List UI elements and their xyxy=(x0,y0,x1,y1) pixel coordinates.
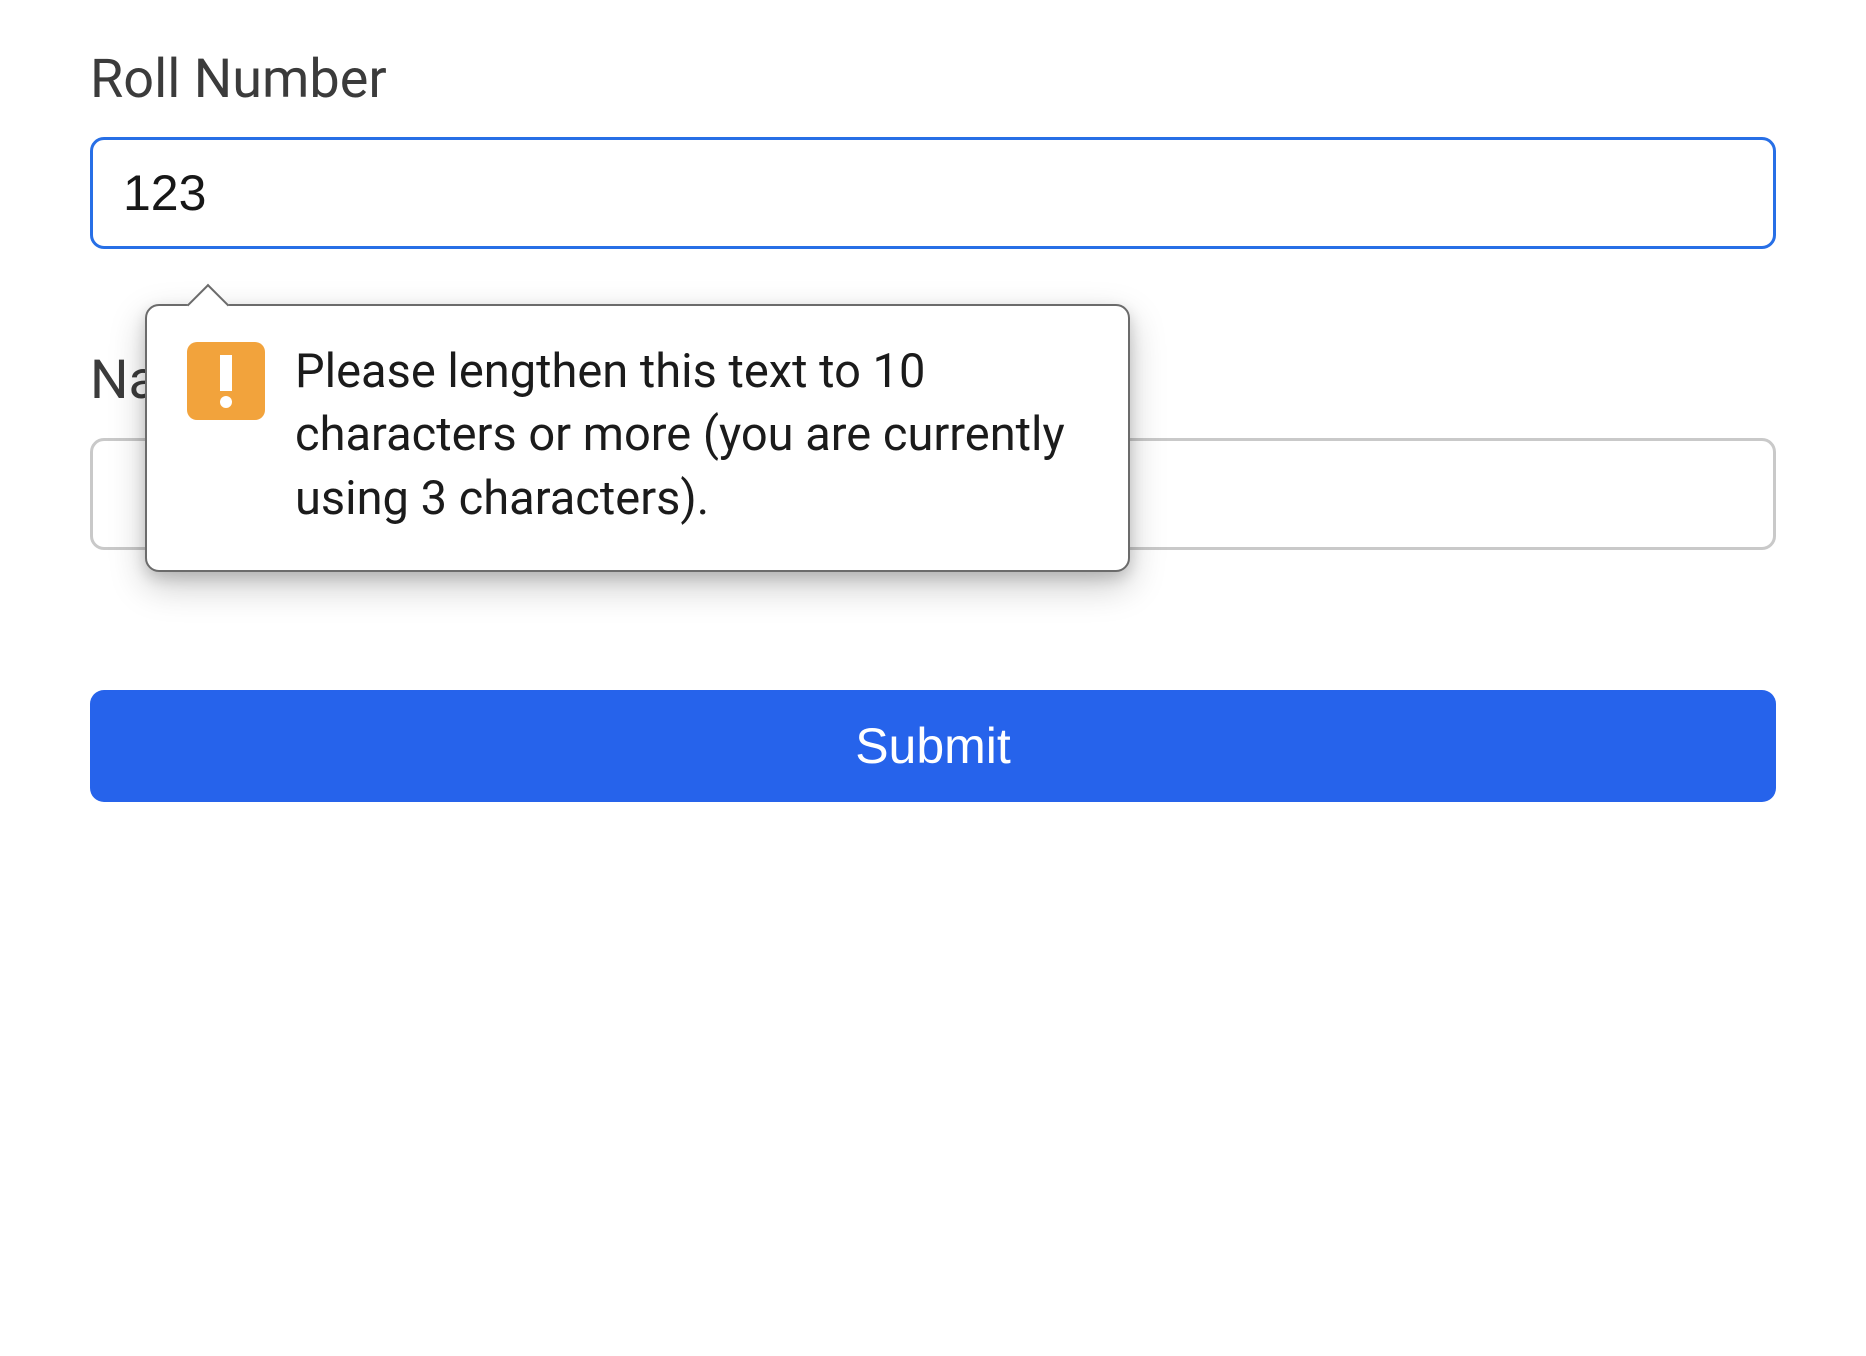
validation-tooltip: Please lengthen this text to 10 characte… xyxy=(145,304,1130,572)
roll-number-input[interactable] xyxy=(90,137,1776,249)
warning-icon xyxy=(187,342,265,420)
tooltip-arrow xyxy=(187,284,229,326)
validation-message: Please lengthen this text to 10 characte… xyxy=(295,340,1088,530)
roll-number-group: Roll Number Please lengthen this text to… xyxy=(90,48,1776,249)
roll-number-label: Roll Number xyxy=(90,48,1776,111)
submit-button[interactable]: Submit xyxy=(90,690,1776,802)
